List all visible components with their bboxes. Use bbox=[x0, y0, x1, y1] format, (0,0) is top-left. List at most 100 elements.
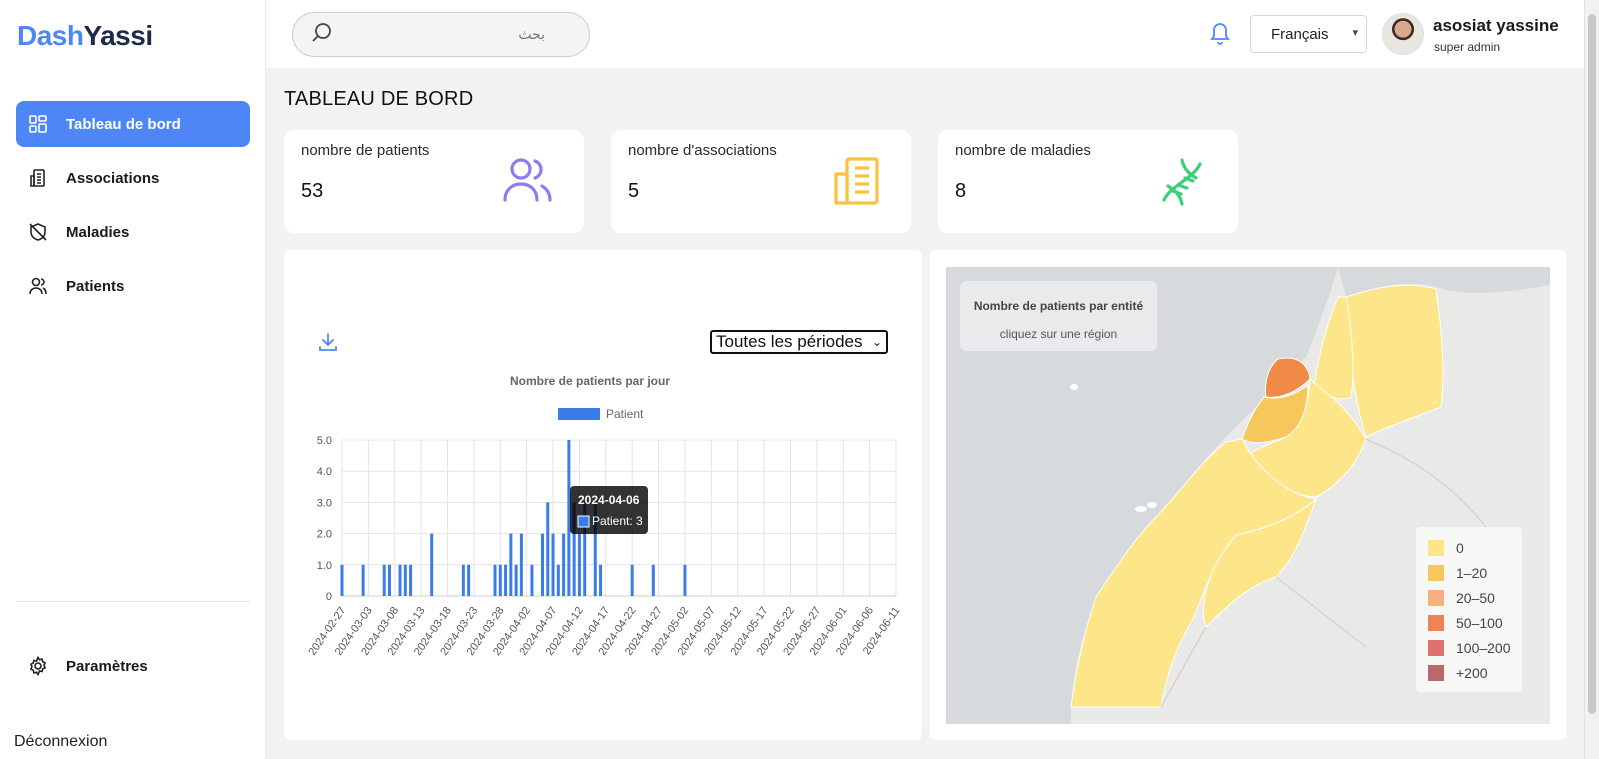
sidebar-item-label: Patients bbox=[66, 277, 125, 295]
stat-card-associations: nombre d'associations 5 bbox=[611, 130, 911, 233]
chart-bar bbox=[498, 564, 502, 596]
legend-swatch bbox=[1428, 614, 1444, 631]
chart-bar bbox=[409, 564, 413, 596]
tooltip-value: Patient: 3 bbox=[592, 514, 643, 528]
legend-row: 100–200 bbox=[1428, 635, 1522, 660]
chart-bar bbox=[387, 564, 391, 596]
sidebar-nav: Tableau de bord Associations Maladies Pa… bbox=[16, 101, 250, 317]
chart-bar bbox=[519, 533, 523, 596]
sidebar-item-patients[interactable]: Patients bbox=[16, 263, 250, 309]
users-icon bbox=[27, 275, 49, 297]
legend-row: 1–20 bbox=[1428, 560, 1522, 585]
chart-bar bbox=[398, 564, 402, 596]
patients-per-day-chart: Nombre de patients par jour Patient 0 1.0… bbox=[306, 374, 902, 658]
chart-bar bbox=[577, 533, 581, 596]
map-panel: Nombre de patients par entité cliquez su… bbox=[930, 250, 1566, 740]
legend-swatch bbox=[1428, 664, 1444, 681]
chart-bar bbox=[556, 564, 560, 596]
chevron-down-icon: ▾ bbox=[1352, 27, 1358, 39]
dna-icon bbox=[1156, 156, 1208, 213]
island bbox=[1147, 502, 1157, 508]
user-role: super admin bbox=[1434, 40, 1501, 54]
chart-bar bbox=[630, 564, 634, 596]
chart-bar bbox=[509, 533, 513, 596]
island bbox=[1070, 384, 1078, 390]
search-box[interactable] bbox=[292, 12, 590, 57]
app-logo[interactable]: DashYassi bbox=[17, 20, 153, 52]
search-icon bbox=[311, 21, 333, 48]
chart-bar bbox=[651, 564, 655, 596]
stat-value: 5 bbox=[628, 180, 640, 202]
legend-row: 20–50 bbox=[1428, 585, 1522, 610]
legend-swatch bbox=[1428, 539, 1444, 556]
sidebar-item-label: Tableau de bord bbox=[66, 115, 181, 133]
search-input[interactable] bbox=[345, 26, 545, 43]
sidebar-settings: Paramètres bbox=[16, 643, 250, 697]
scrollbar-thumb[interactable] bbox=[1588, 14, 1596, 714]
chart-bar bbox=[514, 564, 518, 596]
legend-swatch bbox=[1428, 589, 1444, 606]
page-title: TABLEAU DE BORD bbox=[284, 88, 474, 110]
bell-icon[interactable] bbox=[1208, 20, 1232, 51]
sidebar-item-associations[interactable]: Associations bbox=[16, 155, 250, 201]
users-icon bbox=[502, 156, 554, 209]
chart-bar bbox=[562, 533, 566, 596]
map-info-title: Nombre de patients par entité bbox=[973, 299, 1144, 313]
topbar: Français ▾ asosiat yassine super admin bbox=[266, 0, 1584, 68]
sidebar-item-label: Paramètres bbox=[66, 657, 148, 675]
tooltip-date: 2024-04-06 bbox=[578, 493, 640, 507]
chart-bar bbox=[567, 440, 571, 596]
stat-value: 8 bbox=[955, 180, 967, 202]
building-icon bbox=[27, 167, 49, 189]
island bbox=[1135, 506, 1147, 512]
legend-swatch bbox=[1428, 639, 1444, 656]
legend-row: +200 bbox=[1428, 660, 1522, 685]
y-tick-label: 1.0 bbox=[317, 560, 332, 572]
y-tick-label: 0 bbox=[326, 591, 332, 603]
chart-bar bbox=[683, 564, 687, 596]
stat-label: nombre d'associations bbox=[628, 142, 777, 159]
sidebar-item-parametres[interactable]: Paramètres bbox=[16, 643, 250, 689]
stat-label: nombre de maladies bbox=[955, 142, 1091, 159]
shield-off-icon bbox=[27, 221, 49, 243]
y-tick-label: 4.0 bbox=[317, 466, 332, 478]
map-info-subtitle: cliquez sur une région bbox=[999, 327, 1118, 341]
chart-bar bbox=[530, 564, 534, 596]
chart-panel: Toutes les périodes ⌄ Nombre de patients… bbox=[284, 250, 922, 740]
sidebar-item-maladies[interactable]: Maladies bbox=[16, 209, 250, 255]
stat-label: nombre de patients bbox=[301, 142, 430, 159]
chart-title: Nombre de patients par jour bbox=[510, 374, 670, 388]
sidebar: DashYassi Tableau de bord Associations M… bbox=[0, 0, 266, 759]
y-tick-label: 3.0 bbox=[317, 497, 332, 509]
gear-icon bbox=[27, 655, 49, 677]
morocco-map[interactable]: Nombre de patients par entité cliquez su… bbox=[946, 267, 1550, 724]
legend-label: Patient bbox=[606, 407, 644, 421]
language-select[interactable]: Français ▾ bbox=[1250, 15, 1367, 53]
logout-link[interactable]: Déconnexion bbox=[14, 733, 107, 751]
stat-card-patients: nombre de patients 53 bbox=[284, 130, 584, 233]
chart-bar bbox=[467, 564, 471, 596]
legend-swatch bbox=[558, 408, 600, 420]
chart-bar bbox=[546, 502, 550, 596]
sidebar-item-label: Associations bbox=[66, 169, 160, 187]
avatar[interactable] bbox=[1382, 13, 1424, 55]
chart-bar bbox=[430, 533, 434, 596]
language-value: Français bbox=[1271, 25, 1329, 43]
sidebar-divider bbox=[16, 601, 250, 602]
y-tick-label: 2.0 bbox=[317, 529, 332, 541]
map-info-box: Nombre de patients par entité cliquez su… bbox=[960, 281, 1157, 351]
legend-row: 50–100 bbox=[1428, 610, 1522, 635]
page-scrollbar[interactable] bbox=[1584, 0, 1599, 759]
legend-row: 0 bbox=[1428, 535, 1522, 560]
legend-swatch bbox=[1428, 564, 1444, 581]
building-icon bbox=[831, 156, 881, 211]
sidebar-item-label: Maladies bbox=[66, 223, 130, 241]
map-legend: 0 1–20 20–50 50–100 100–200 +200 bbox=[1416, 527, 1522, 692]
sidebar-item-tableau-de-bord[interactable]: Tableau de bord bbox=[16, 101, 250, 147]
chart-bar bbox=[599, 564, 603, 596]
chart-tooltip: 2024-04-06 Patient: 3 bbox=[570, 486, 648, 534]
dashboard-icon bbox=[27, 113, 49, 135]
chart-bar bbox=[461, 564, 465, 596]
tooltip-swatch bbox=[577, 515, 590, 528]
stat-value: 53 bbox=[301, 180, 324, 202]
